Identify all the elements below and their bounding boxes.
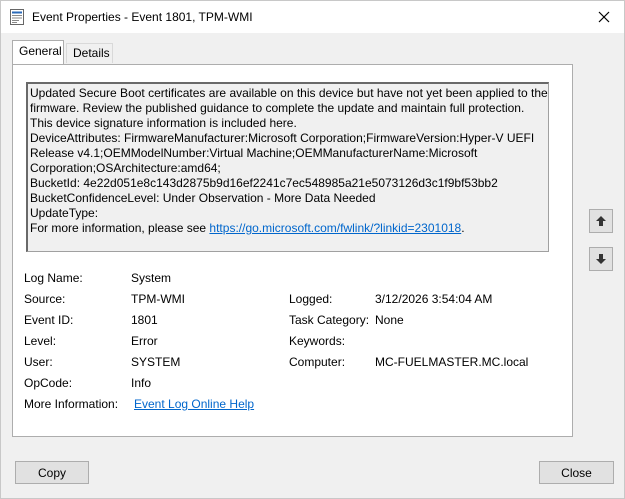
event-log-online-help-link[interactable]: Event Log Online Help [134,397,254,411]
event-properties-window: Event Properties - Event 1801, TPM-WMI G… [0,0,625,499]
event-id-label: Event ID: [24,313,74,327]
task-category-label: Task Category: [289,313,370,327]
description-line: Release v4.1;OEMModelNumber:Virtual Mach… [30,146,478,160]
arrow-down-icon [596,254,606,264]
info-link[interactable]: https://go.microsoft.com/fwlink/?linkid=… [209,221,461,235]
description-line: UpdateType: [30,206,99,220]
description-info-line: For more information, please see https:/… [30,221,548,236]
next-event-button[interactable] [589,247,613,271]
arrow-up-icon [596,216,606,226]
description-line: DeviceAttributes: FirmwareManufacturer:M… [30,131,535,145]
opcode-label: OpCode: [24,376,73,390]
user-value: SYSTEM [131,355,181,369]
tab-details[interactable]: Details [66,43,113,63]
description-line: BucketId: 4e22d051e8c143d2875b9d16ef2241… [30,176,498,190]
title-bar[interactable]: Event Properties - Event 1801, TPM-WMI [1,1,624,33]
event-description[interactable]: Updated Secure Boot certificates are ava… [26,82,549,252]
event-viewer-icon [10,9,24,25]
copy-button[interactable]: Copy [15,461,89,484]
tab-general[interactable]: General [12,40,64,64]
source-label: Source: [24,292,66,306]
logged-label: Logged: [289,292,333,306]
close-icon [598,11,610,23]
previous-event-button[interactable] [589,209,613,233]
info-prefix: For more information, please see [30,221,210,235]
computer-label: Computer: [289,355,346,369]
level-label: Level: [24,334,57,348]
source-value: TPM-WMI [131,292,185,306]
general-panel: Updated Secure Boot certificates are ava… [12,64,573,437]
opcode-value: Info [131,376,152,390]
user-label: User: [24,355,53,369]
window-title: Event Properties - Event 1801, TPM-WMI [32,10,253,24]
keywords-label: Keywords: [289,334,346,348]
event-id-value: 1801 [131,313,158,327]
description-line: This device signature information is inc… [30,116,297,130]
description-line: BucketConfidenceLevel: Under Observation… [30,191,376,205]
close-button[interactable]: Close [539,461,614,484]
log-name-label: Log Name: [24,271,83,285]
logged-value: 3/12/2026 3:54:04 AM [375,292,493,306]
level-value: Error [131,334,158,348]
more-info-label: More Information: [24,397,119,411]
info-suffix: . [461,221,465,235]
log-name-value: System [131,271,172,285]
task-category-value: None [375,313,404,327]
computer-value: MC-FUELMASTER.MC.local [375,355,529,369]
description-line: Updated Secure Boot certificates are ava… [30,86,548,100]
description-line: firmware. Review the published guidance … [30,101,525,115]
description-line: Corporation;OSArchitecture:amd64; [30,161,221,175]
close-window-button[interactable] [584,1,624,33]
